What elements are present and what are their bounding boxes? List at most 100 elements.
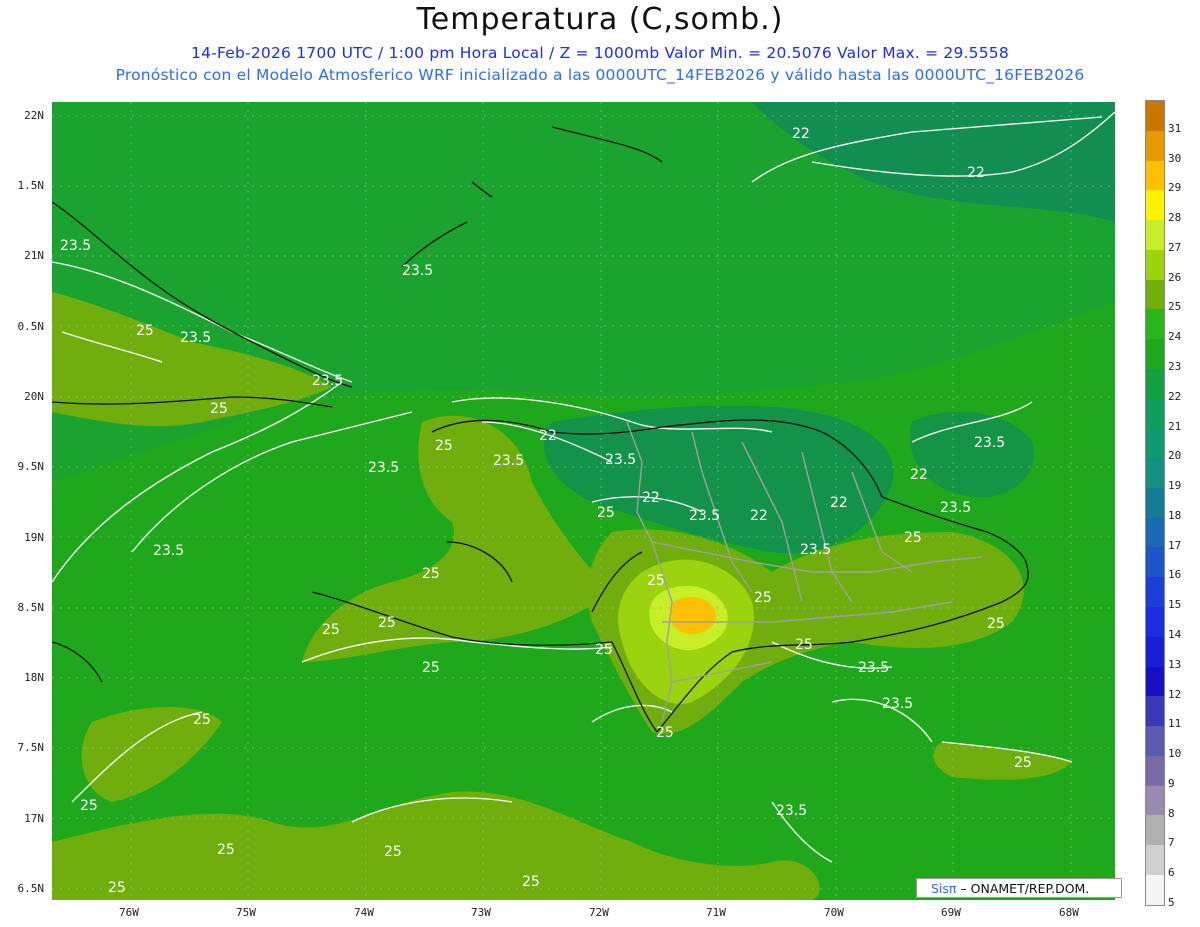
colorbar-swatch: [1146, 547, 1164, 578]
contour-label: 22: [539, 428, 557, 444]
colorbar-swatch: [1146, 190, 1164, 221]
colorbar-label: 6: [1168, 866, 1175, 880]
lon-label: 75W: [236, 906, 256, 919]
cool-patch-east: [910, 411, 1034, 498]
lat-label: 18N: [24, 671, 44, 684]
contour-label: 23.5: [858, 660, 889, 676]
credit-box: Sisπ – ONAMET/REP.DOM.: [916, 878, 1122, 898]
lat-label: 1.5N: [17, 179, 45, 192]
lat-label: 8.5N: [17, 601, 45, 614]
lon-label: 72W: [589, 906, 609, 919]
colorbar-swatch: [1146, 339, 1164, 369]
temperature-map: 22 22 23.5 23.5 23.5 23.5 25 25 23.5 23.…: [52, 102, 1115, 900]
colorbar-swatch: [1146, 726, 1164, 756]
contour-label: 25: [384, 844, 402, 860]
lat-label: 0.5N: [17, 320, 45, 333]
contour-label: 25: [522, 874, 540, 890]
map-svg: 22 22 23.5 23.5 23.5 23.5 25 25 23.5 23.…: [52, 102, 1115, 900]
contour-label: 25: [1014, 755, 1032, 771]
contour-label: 23.5: [882, 696, 913, 712]
contour-label: 22: [967, 165, 985, 181]
colorbar-swatch: [1146, 815, 1164, 846]
colorbar-swatch: [1146, 428, 1164, 459]
colorbar-label: 11: [1168, 717, 1182, 731]
colorbar-label: 15: [1168, 598, 1182, 612]
colorbar-swatch: [1146, 309, 1164, 340]
colorbar-label: 13: [1168, 657, 1182, 671]
contour-label: 23.5: [180, 330, 211, 346]
contour-label: 23.5: [153, 543, 184, 559]
contour-label: 22: [830, 495, 848, 511]
contour-label: 25: [647, 573, 665, 589]
colorbar-label: 28: [1168, 211, 1182, 225]
colorbar-label: 20: [1168, 449, 1182, 463]
contour-label: 25: [217, 842, 235, 858]
colorbar-swatch: [1146, 666, 1164, 697]
colorbar-label: 27: [1168, 240, 1182, 254]
colorbar-swatch: [1146, 368, 1164, 399]
contour-label: 23.5: [402, 263, 433, 279]
colorbar: [1145, 100, 1165, 906]
lon-label: 68W: [1059, 906, 1079, 919]
colorbar-label: 12: [1168, 687, 1182, 701]
contour-label: 23.5: [605, 452, 636, 468]
colorbar-swatch: [1146, 845, 1164, 875]
lat-label: 19N: [24, 531, 44, 544]
subtitle-model-info: Pronóstico con el Modelo Atmosferico WRF…: [115, 66, 1085, 84]
colorbar-label: 19: [1168, 479, 1182, 493]
colorbar-swatch: [1146, 755, 1164, 786]
colorbar-label: 31: [1168, 121, 1182, 135]
colorbar-label: 7: [1168, 836, 1175, 850]
colorbar-swatch: [1146, 279, 1164, 310]
colorbar-label: 8: [1168, 806, 1175, 820]
contour-label: 25: [80, 798, 98, 814]
contour-label: 22: [792, 126, 810, 142]
colorbar-label: 25: [1168, 300, 1182, 314]
credit-text: – ONAMET/REP.DOM.: [960, 881, 1090, 896]
colorbar-label: 26: [1168, 270, 1182, 284]
lon-label: 76W: [119, 906, 139, 919]
colorbar-swatch: [1146, 607, 1164, 637]
subtitle-valid-time: 14-Feb-2026 1700 UTC / 1:00 pm Hora Loca…: [191, 44, 1009, 62]
contour-label: 25: [754, 590, 772, 606]
credit-logo: Sisπ: [931, 881, 957, 896]
lon-label: 73W: [471, 906, 491, 919]
contour-label: 25: [210, 401, 228, 417]
contour-label: 22: [750, 508, 768, 524]
contour-label: 22: [910, 467, 928, 483]
lat-label: 17N: [24, 812, 44, 825]
contour-label: 23.5: [493, 453, 524, 469]
colorbar-swatch: [1146, 130, 1164, 161]
contour-label: 25: [108, 880, 126, 896]
contour-label: 25: [322, 622, 340, 638]
colorbar-label: 16: [1168, 568, 1182, 582]
contour-label: 23.5: [60, 238, 91, 254]
colorbar-label: 24: [1168, 330, 1182, 344]
colorbar-label: 23: [1168, 360, 1182, 373]
colorbar-swatch: [1146, 249, 1164, 280]
lat-label: 7.5N: [17, 741, 45, 754]
lon-label: 71W: [706, 906, 726, 919]
colorbar-swatch: [1146, 160, 1164, 191]
colorbar-swatch: [1146, 487, 1164, 518]
contour-label: 25: [656, 725, 674, 741]
colorbar-swatch: [1146, 101, 1164, 131]
contour-label: 22: [642, 490, 660, 506]
colorbar-label: 21: [1168, 419, 1182, 433]
colorbar-label: 22: [1168, 389, 1182, 403]
colorbar-label: 14: [1168, 628, 1182, 641]
warm-southeast: [933, 742, 1072, 780]
warm-south-sea: [52, 791, 820, 900]
colorbar-label: 18: [1168, 508, 1182, 522]
contour-label: 23.5: [368, 460, 399, 476]
contour-label: 25: [595, 642, 613, 658]
colorbar-label: 9: [1168, 776, 1175, 790]
contour-label: 25: [597, 505, 615, 521]
colorbar-label: 17: [1168, 538, 1182, 552]
colorbar-swatch: [1146, 636, 1164, 667]
contour-label: 25: [378, 615, 396, 631]
colorbar-label: 5: [1168, 896, 1175, 909]
contour-label: 25: [193, 712, 211, 728]
contour-label: 25: [435, 438, 453, 454]
colorbar-swatch: [1146, 785, 1164, 816]
